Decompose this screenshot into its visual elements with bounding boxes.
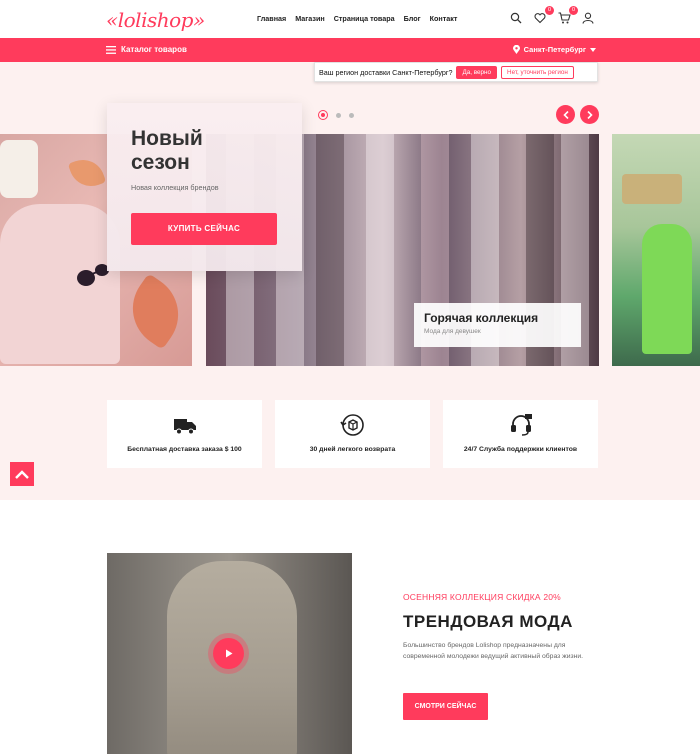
feature-label: Бесплатная доставка заказа $ 100 (127, 446, 242, 453)
header-icons: 0 0 (510, 6, 596, 25)
wishlist-count-badge: 0 (545, 6, 554, 15)
chevron-right-icon (586, 110, 593, 119)
trend-subtitle: ОСЕННЯЯ КОЛЛЕКЦИЯ СКИДКА 20% (403, 592, 561, 602)
trend-description: Большинство брендов Lolishop предназначе… (403, 642, 584, 660)
slider-dot-3[interactable] (349, 112, 354, 118)
region-confirm-button[interactable]: Да, верно (456, 65, 498, 79)
search-icon[interactable] (510, 11, 524, 25)
scroll-to-top-button[interactable] (10, 462, 34, 486)
headset-icon (510, 414, 532, 436)
catalog-label: Каталог товаров (121, 45, 187, 54)
return-box-icon (339, 414, 364, 436)
cart-count-badge: 0 (569, 6, 578, 15)
play-video-button[interactable] (213, 638, 244, 669)
user-icon[interactable] (582, 11, 596, 25)
watch-now-button[interactable]: СМОТРИ СЕЙЧАС (403, 693, 488, 720)
slider-dots (318, 110, 354, 120)
nav-shop[interactable]: Магазин (295, 14, 324, 23)
region-change-button[interactable]: Нет, уточнить регион (501, 65, 574, 79)
main-nav: Главная Магазин Страница товара Блог Кон… (257, 14, 457, 23)
nav-blog[interactable]: Блог (404, 14, 421, 23)
logo[interactable]: «lolishop» (106, 8, 205, 32)
features-row: Бесплатная доставка заказа $ 100 30 дней… (107, 400, 598, 468)
slider-dot-2[interactable] (336, 112, 341, 118)
feature-easy-return: 30 дней легкого возврата (275, 400, 430, 468)
region-question: Ваш регион доставки Санкт-Петербург? (319, 67, 453, 77)
slide-caption: Горячая коллекция Мода для девушек (414, 303, 581, 347)
trend-title: ТРЕНДОВАЯ МОДА (403, 612, 573, 631)
wishlist-icon[interactable]: 0 (534, 6, 554, 25)
nav-home[interactable]: Главная (257, 14, 286, 23)
nav-contact[interactable]: Контакт (430, 14, 458, 23)
region-popup: Ваш регион доставки Санкт-Петербург? Да,… (314, 62, 598, 82)
slide-caption-title: Горячая коллекция (424, 311, 539, 325)
slider-dot-1[interactable] (318, 110, 328, 120)
city-label: Санкт-Петербург (523, 45, 586, 54)
feature-support: 24/7 Служба поддержки клиентов (443, 400, 598, 468)
hero-subtitle: Новая коллекция брендов (131, 183, 219, 192)
catalog-menu-button[interactable]: Каталог товаров (106, 45, 187, 54)
feature-free-delivery: Бесплатная доставка заказа $ 100 (107, 400, 262, 468)
hero-title: Новый сезон (131, 127, 203, 174)
catalog-bar: Каталог товаров Санкт-Петербург (0, 38, 700, 62)
slider-prev-button[interactable] (556, 105, 575, 124)
site-header: «lolishop» Главная Магазин Страница това… (0, 0, 700, 38)
nav-product[interactable]: Страница товара (334, 14, 395, 23)
chevron-up-icon (15, 469, 29, 479)
hero-promo-card: Новый сезон Новая коллекция брендов КУПИ… (107, 103, 302, 271)
chevron-left-icon (562, 110, 569, 119)
location-pin-icon (512, 45, 520, 54)
hamburger-icon (106, 45, 116, 54)
slider-next-button[interactable] (580, 105, 599, 124)
feature-label: 30 дней легкого возврата (309, 446, 396, 453)
chevron-down-icon (590, 47, 596, 52)
play-icon (225, 649, 232, 658)
slide-caption-subtitle: Мода для девушек (424, 328, 481, 335)
buy-now-button[interactable]: КУПИТЬ СЕЙЧАС (131, 213, 277, 245)
truck-icon (173, 419, 196, 435)
city-selector[interactable]: Санкт-Петербург (512, 45, 596, 54)
cart-icon[interactable]: 0 (558, 6, 578, 25)
feature-label: 24/7 Служба поддержки клиентов (463, 446, 578, 453)
slide-image-right (612, 134, 700, 366)
